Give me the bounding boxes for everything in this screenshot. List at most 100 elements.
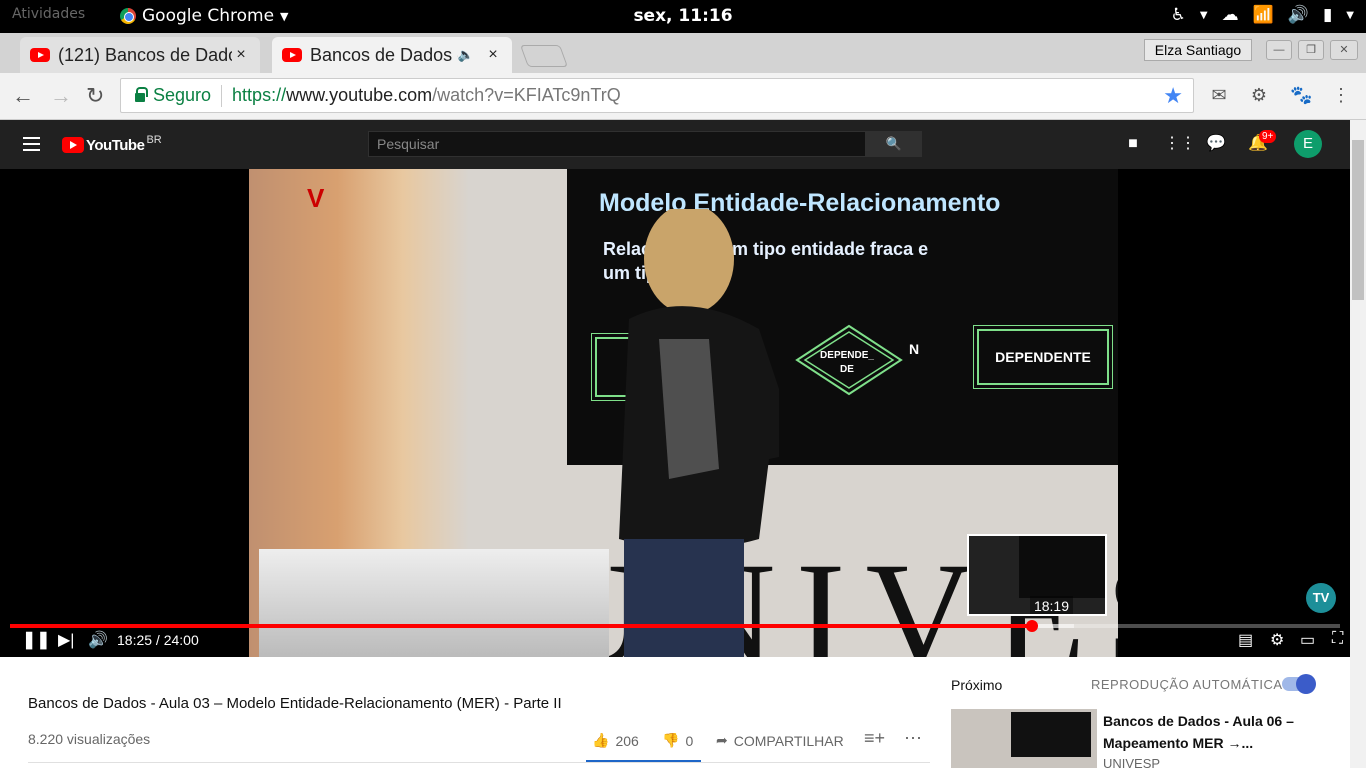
scrollbar-thumb[interactable] [1352,140,1364,300]
univesp-logo-icon: V [307,183,325,213]
avatar[interactable]: E [1294,130,1322,158]
share-button[interactable]: ➦ COMPARTILHAR [716,732,844,749]
more-actions-icon[interactable]: ⋯ [904,728,922,749]
subtitles-icon[interactable]: ▤ [1238,630,1253,650]
extension-pocket-icon[interactable]: ✉ [1208,85,1230,107]
youtube-play-icon [62,137,84,153]
extension-settings-icon[interactable]: ⚙ [1248,85,1270,107]
autoplay-toggle[interactable] [1282,674,1316,694]
thumbs-up-icon: 👍 [592,732,610,748]
played-bar [10,624,1033,628]
tab-title: Bancos de Dados - Aula 03 [310,44,458,65]
tab-strip: (121) Bancos de Dados × Bancos de Dados … [0,33,1366,73]
fullscreen-icon[interactable]: ⛶ [1332,630,1343,648]
presenter-figure [619,209,779,657]
pause-icon[interactable]: ❚❚ [22,630,51,650]
share-icon: ➦ [716,732,728,748]
maximize-button[interactable]: ❐ [1298,40,1324,60]
browser-toolbar: ← → ↻ Seguro https://www.youtube.com/wat… [0,73,1366,120]
url-scheme: https:// [232,85,287,105]
view-count: 8.220 visualizações [28,731,151,747]
video-title: Bancos de Dados - Aula 03 – Modelo Entid… [28,695,562,712]
youtube-header: YouTube BR Pesquisar 🔍 ■ ⋮⋮ 💬 🔔 9+ [0,120,1350,169]
address-bar[interactable]: Seguro https://www.youtube.com/watch?v=K… [120,78,1194,113]
next-icon[interactable]: ▶| [58,630,74,650]
preview-slide [1019,536,1105,598]
like-button[interactable]: 👍 206 [592,732,639,749]
cardinality-label: N [909,341,920,357]
menu-kebab-icon[interactable]: ⋮ [1330,85,1352,107]
dislike-count: 0 [685,732,694,749]
minimize-button[interactable]: — [1266,40,1292,60]
next-video-title[interactable]: Bancos de Dados - Aula 06 – Mapeamento M… [1103,710,1323,754]
back-icon[interactable]: ← [12,83,34,109]
battery-icon: ▮ [1322,5,1333,25]
url-text[interactable]: https://www.youtube.com/watch?v=KFIATc9n… [232,85,621,106]
close-tab-icon[interactable]: × [484,46,502,64]
like-count: 206 [615,732,639,749]
page-scrollbar[interactable] [1350,120,1366,768]
search-button[interactable]: 🔍 [866,131,922,157]
hamburger-menu-icon[interactable] [23,137,40,151]
url-path: /watch?v=KFIATc9nTrQ [432,85,621,105]
system-top-bar: Atividades Google Chrome ▼ sex, 11:16 ♿ … [0,0,1366,33]
country-code: BR [146,134,162,146]
add-to-playlist-icon[interactable]: ≡+ [864,728,885,749]
volume-icon[interactable]: 🔊 [88,630,108,650]
url-host: www.youtube.com [286,85,433,105]
forward-icon[interactable]: → [50,83,72,109]
tab-title: (121) Bancos de Dados [58,44,232,65]
youtube-favicon-icon [30,48,50,62]
divider [28,762,930,763]
accessibility-icon: ♿ [1170,5,1186,25]
next-video-channel: UNIVESP [1103,756,1161,771]
extension-gnome-icon[interactable]: 🐾 [1290,85,1312,107]
weather-icon: ☁ [1221,5,1239,25]
relationship-label: DEPENDE_ DE [820,350,874,375]
new-tab-button[interactable] [519,45,569,67]
channel-watermark[interactable]: TV [1306,583,1336,613]
thumbs-down-icon: 👎 [662,732,680,748]
clock[interactable]: sex, 11:16 [0,6,1366,26]
close-tab-icon[interactable]: × [232,46,250,64]
autoplay-label: REPRODUÇÃO AUTOMÁTICA [1091,677,1283,692]
reload-icon[interactable]: ↻ [86,83,104,109]
up-next-label: Próximo [951,677,1003,693]
chevron-down-icon: ▼ [1346,9,1354,21]
theater-mode-icon[interactable]: ▭ [1300,630,1315,650]
share-label: COMPARTILHAR [733,732,844,749]
search-icon: 🔍 [885,136,903,151]
lectern [259,549,609,657]
divider [221,84,223,107]
thumbnail-slide [1011,712,1091,757]
audio-playing-icon[interactable]: 🔈 [458,47,474,63]
search-input[interactable]: Pesquisar [368,131,866,157]
tab-youtube-home[interactable]: (121) Bancos de Dados × [20,37,260,73]
time-display: 18:25 / 24:00 [117,632,199,648]
chevron-down-icon: ▼ [1199,9,1208,21]
gear-icon[interactable]: ⚙ [1270,630,1284,650]
close-window-button[interactable]: ✕ [1330,40,1358,60]
notification-badge: 9+ [1259,130,1277,143]
bookmark-star-icon[interactable]: ★ [1163,83,1183,109]
tab-active-video[interactable]: Bancos de Dados - Aula 03 🔈 × [272,37,512,73]
profile-button[interactable]: Elza Santiago [1144,39,1252,61]
system-tray[interactable]: ♿ ▼ ☁ 📶 🔊 ▮ ▼ [1171,5,1354,25]
progress-bar[interactable] [10,620,1340,632]
dislike-button[interactable]: 👎 0 [662,732,693,749]
entity-box: DEPENDENTE [973,325,1113,389]
video-player[interactable]: V UNIVES Modelo Entidade-Relacionamento … [0,169,1350,657]
apps-grid-icon[interactable]: ⋮⋮ [1164,133,1196,155]
messages-icon[interactable]: 💬 [1205,133,1227,155]
scrub-preview: 18:19 [967,534,1107,616]
next-video-thumbnail[interactable] [951,709,1097,768]
preview-time: 18:19 [1029,596,1073,614]
logo-text: YouTube [86,137,145,154]
secure-label: Seguro [153,85,212,105]
volume-icon: 🔊 [1287,5,1309,25]
upload-video-icon[interactable]: ■ [1122,133,1144,155]
youtube-favicon-icon [282,48,302,62]
lock-icon [135,87,148,102]
youtube-logo[interactable]: YouTube BR [62,134,162,154]
wifi-icon: 📶 [1252,5,1274,25]
